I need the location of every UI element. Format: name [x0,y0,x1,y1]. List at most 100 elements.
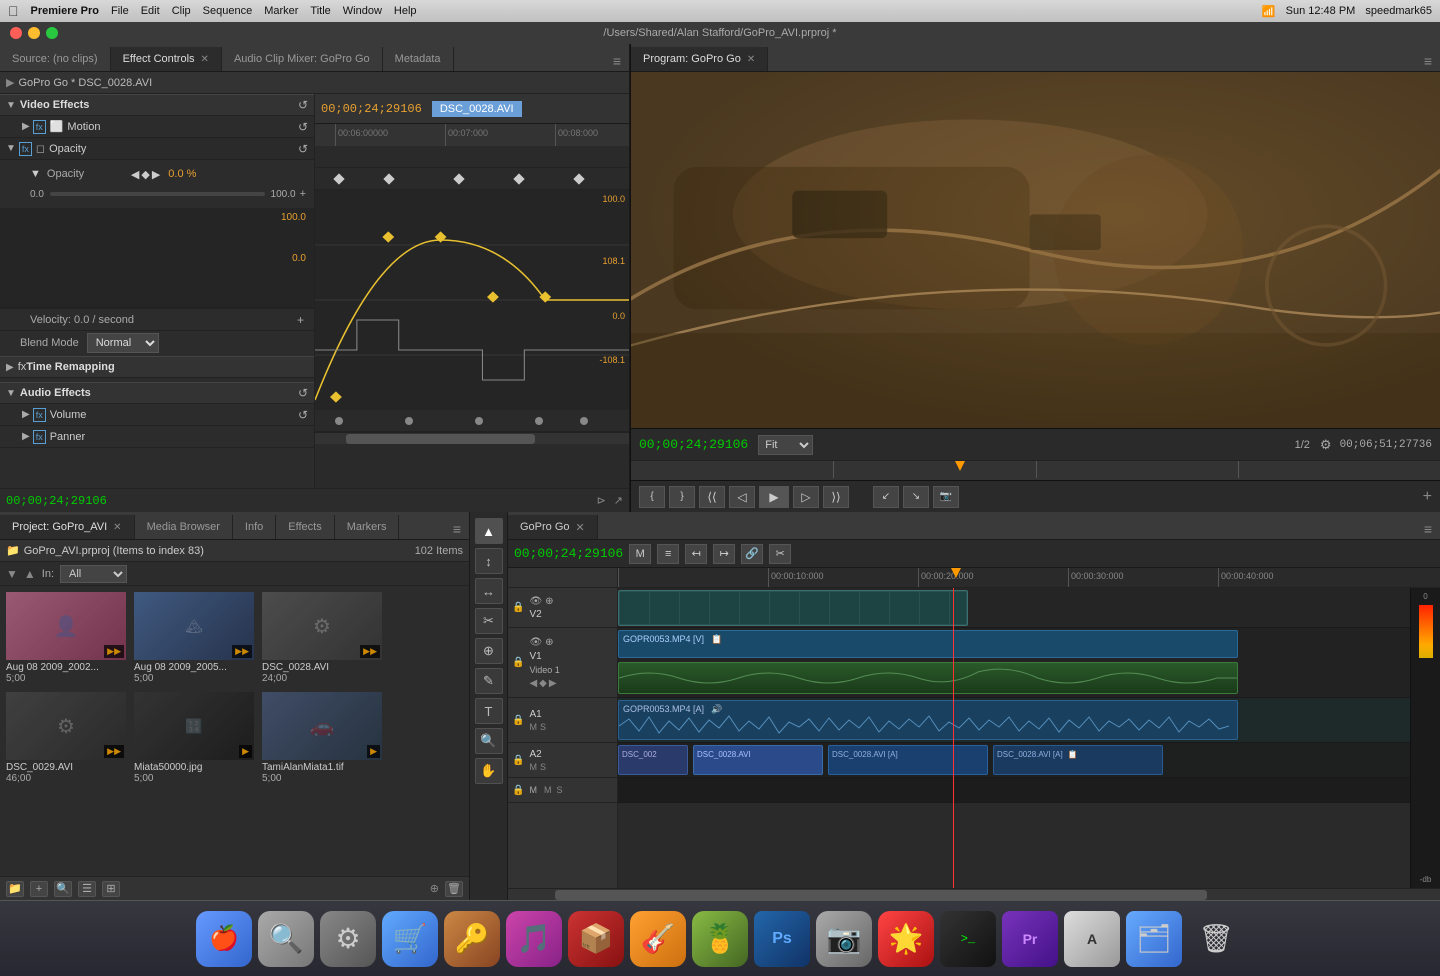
a2-clip-dsc0028a[interactable]: DSC_0028.AVI [A] [828,745,988,775]
preview-menu-btn[interactable]: ≡ [1420,51,1436,71]
tab-gopro-go[interactable]: GoPro Go ✕ [508,515,598,539]
pen-tool[interactable]: ✎ [475,668,503,694]
ec-scrollbar[interactable] [315,432,629,444]
zoom-select[interactable]: Fit 25%50%100% [758,435,813,455]
nav-left[interactable]: ◀ [131,168,139,181]
dock-photoshop[interactable]: Ps [754,911,810,967]
filter-down-icon[interactable]: ▼ [6,567,18,581]
close-icon[interactable]: ✕ [201,54,209,65]
add-keyframe-btn[interactable]: + [300,188,306,200]
razor-tool[interactable]: ✂ [475,608,503,634]
list-item[interactable]: 🔢 ▶ Miata50000.jpg 5;00 [134,692,254,784]
play-btn[interactable]: ▶ [759,486,789,508]
list-item[interactable]: 👤 ▶▶ Aug 08 2009_2002... 5;00 [6,592,126,684]
tl-razor-btn[interactable]: ✂ [769,544,791,564]
dock-finder2[interactable]: 🗂 [1126,911,1182,967]
dock-spotlight[interactable]: 🔍 [258,911,314,967]
opacity-expand[interactable]: ▼ [30,168,41,180]
type-tool[interactable]: T [475,698,503,724]
v1-dot[interactable]: ◆ [539,678,547,689]
ec-export-btn[interactable]: ↗ [614,494,623,507]
opacity-reset[interactable]: ↺ [298,142,308,156]
tab-effects[interactable]: Effects [276,515,334,539]
next-edit-btn[interactable]: ⟩⟩ [823,486,849,508]
am-lock-icon[interactable]: 🔒 [512,785,524,796]
hand-tool[interactable]: ✋ [475,758,503,784]
v1-clip-video1[interactable] [618,662,1238,694]
vol-kf-1[interactable] [335,417,343,425]
step-fwd-btn[interactable]: ▷ [793,486,819,508]
tab-source[interactable]: Source: (no clips) [0,47,111,71]
tab-markers[interactable]: Markers [335,515,400,539]
sequence-menu[interactable]: Sequence [203,5,253,17]
selection-tool[interactable]: ▲ [475,518,503,544]
step-back-btn[interactable]: ◁ [729,486,755,508]
insert-btn[interactable]: ↙ [873,486,899,508]
prev-edit-btn[interactable]: ⟨⟨ [699,486,725,508]
dock-pineapple[interactable]: 🍍 [692,911,748,967]
project-close-icon[interactable]: ✕ [113,522,121,533]
time-remapping-header[interactable]: ▶ fx Time Remapping [0,356,314,378]
new-bin-btn[interactable]: 📁 [6,881,24,897]
opacity-section[interactable]: ▼ fx ◻ Opacity ↺ [0,138,314,160]
dock-transmission[interactable]: 📦 [568,911,624,967]
export-frame-btn[interactable]: 📷 [933,486,959,508]
delete-btn[interactable]: 🗑 [445,881,463,897]
kf-1[interactable] [333,173,344,184]
window-menu[interactable]: Window [343,5,382,17]
marker-menu[interactable]: Marker [264,5,298,17]
search-btn[interactable]: 🔍 [54,881,72,897]
timeline-close-icon[interactable]: ✕ [576,521,585,534]
filter-select[interactable]: All VideoAudioImages [60,565,127,583]
a2-m-btn[interactable]: M [529,762,537,772]
v2-lock-icon[interactable]: 🔒 [512,602,524,613]
motion-row[interactable]: ▶ fx ⬜ Motion ↺ [0,116,314,138]
zoom-tool[interactable]: 🔍 [475,728,503,754]
am-s-btn[interactable]: S [556,785,562,795]
v1-lock-icon[interactable]: 🔒 [512,657,524,668]
dock-garage[interactable]: 🎸 [630,911,686,967]
v2-clip-1[interactable] [618,590,968,626]
project-menu-btn[interactable]: ≡ [449,519,465,539]
kf-5[interactable] [573,173,584,184]
ae-reset[interactable]: ↺ [298,386,308,400]
tab-metadata[interactable]: Metadata [383,47,454,71]
maximize-button[interactable] [46,27,58,39]
list-item[interactable]: ⚙ ▶▶ DSC_0029.AVI 46;00 [6,692,126,784]
dock-trash[interactable]: 🗑 [1188,911,1244,967]
tab-effect-controls[interactable]: Effect Controls ✕ [111,47,222,71]
blend-mode-select[interactable]: Normal Dissolve Multiply [87,333,159,353]
am-m-btn[interactable]: M [544,785,552,795]
a2-s-btn[interactable]: S [540,762,546,772]
dock-keychain[interactable]: 🔑 [444,911,500,967]
tab-project[interactable]: Project: GoPro_AVI ✕ [0,515,135,539]
a1-clip-gopr[interactable]: GOPR0053.MP4 [A] 🔊 [618,700,1238,740]
v1-clip-gopr[interactable]: GOPR0053.MP4 [V] 📋 [618,630,1238,658]
kf-3[interactable] [453,173,464,184]
apple-menu[interactable]:  [8,3,19,19]
dock-premiere[interactable]: Pr [1002,911,1058,967]
v1-right-arrow[interactable]: ▶ [549,678,557,689]
opacity-value[interactable]: 0.0 % [168,168,196,180]
tl-scrollbar-thumb[interactable] [555,890,1207,900]
app-menu[interactable]: Premiere Pro [31,5,99,17]
list-item[interactable]: 🚗 ▶ TamiAlanMiata1.tif 5;00 [262,692,382,784]
clip-menu[interactable]: Clip [172,5,191,17]
reset-icon[interactable]: ↺ [298,98,308,112]
v1-eye-icon[interactable]: 👁 [529,637,542,648]
tl-move-left-btn[interactable]: ↤ [685,544,707,564]
a2-clip-dsc0028v[interactable]: DSC_0028.AVI [693,745,823,775]
dock-terminal[interactable]: >_ [940,911,996,967]
list-item[interactable]: ⚙ ▶▶ DSC_0028.AVI 24;00 [262,592,382,684]
kf-4[interactable] [513,173,524,184]
list-view-btn[interactable]: ☰ [78,881,96,897]
kf-2[interactable] [383,173,394,184]
tab-audio-mixer[interactable]: Audio Clip Mixer: GoPro Go [222,47,383,71]
edit-menu[interactable]: Edit [141,5,160,17]
new-item-btn[interactable]: + [30,881,48,897]
panel-menu-button[interactable]: ≡ [609,51,625,71]
ec-scrollbar-thumb[interactable] [346,434,534,444]
velocity-add-btn[interactable]: + [297,313,304,327]
icon-view-btn[interactable]: ⊞ [102,881,120,897]
nav-right[interactable]: ▶ [152,168,160,181]
